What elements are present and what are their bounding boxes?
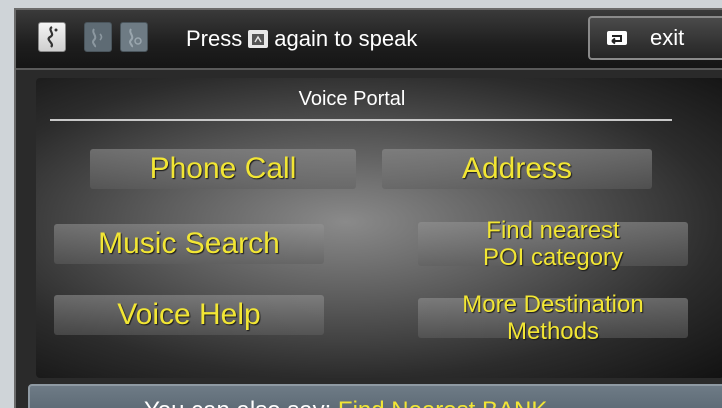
phone-call-button[interactable]: Phone Call bbox=[90, 149, 356, 189]
exit-button[interactable]: exit bbox=[588, 16, 722, 60]
talk-button-icon bbox=[248, 30, 269, 48]
music-search-button[interactable]: Music Search bbox=[54, 224, 324, 264]
voice-processing-icon bbox=[120, 22, 148, 52]
nav-screen: Press again to speak exit Voice Portal P… bbox=[14, 8, 722, 408]
voice-portal-panel: Voice Portal Phone Call Address Music Se… bbox=[36, 78, 722, 378]
voice-active-icon bbox=[38, 22, 66, 52]
prompt-text-after: again to speak bbox=[274, 26, 418, 51]
music-search-label: Music Search bbox=[98, 227, 280, 260]
exit-label: exit bbox=[650, 25, 685, 50]
more-dest-line2: Methods bbox=[506, 318, 600, 345]
top-bar: Press again to speak exit bbox=[16, 10, 722, 70]
find-poi-line2: POI category bbox=[482, 244, 624, 271]
portal-title: Voice Portal bbox=[298, 88, 406, 110]
voice-listening-icon bbox=[84, 22, 112, 52]
back-arrow-icon bbox=[606, 30, 628, 46]
suggested-command: Find Nearest BANK bbox=[338, 397, 547, 408]
voice-help-button[interactable]: Voice Help bbox=[54, 295, 324, 335]
phone-call-label: Phone Call bbox=[149, 152, 297, 185]
title-divider bbox=[50, 119, 672, 121]
address-button[interactable]: Address bbox=[382, 149, 652, 189]
find-poi-line1: Find nearest bbox=[486, 217, 620, 244]
voice-help-label: Voice Help bbox=[117, 298, 261, 331]
speak-prompt: Press again to speak bbox=[186, 24, 417, 54]
more-dest-line1: More Destination bbox=[462, 291, 644, 318]
find-nearest-poi-button[interactable]: Find nearest POI category bbox=[418, 217, 688, 271]
address-label: Address bbox=[461, 152, 573, 185]
suggestion-prefix: You can also say: bbox=[144, 397, 331, 408]
prompt-text-before: Press bbox=[186, 26, 243, 51]
suggestion-bar: You can also say: Find Nearest BANK bbox=[28, 384, 722, 408]
more-destination-methods-button[interactable]: More Destination Methods bbox=[418, 291, 688, 345]
